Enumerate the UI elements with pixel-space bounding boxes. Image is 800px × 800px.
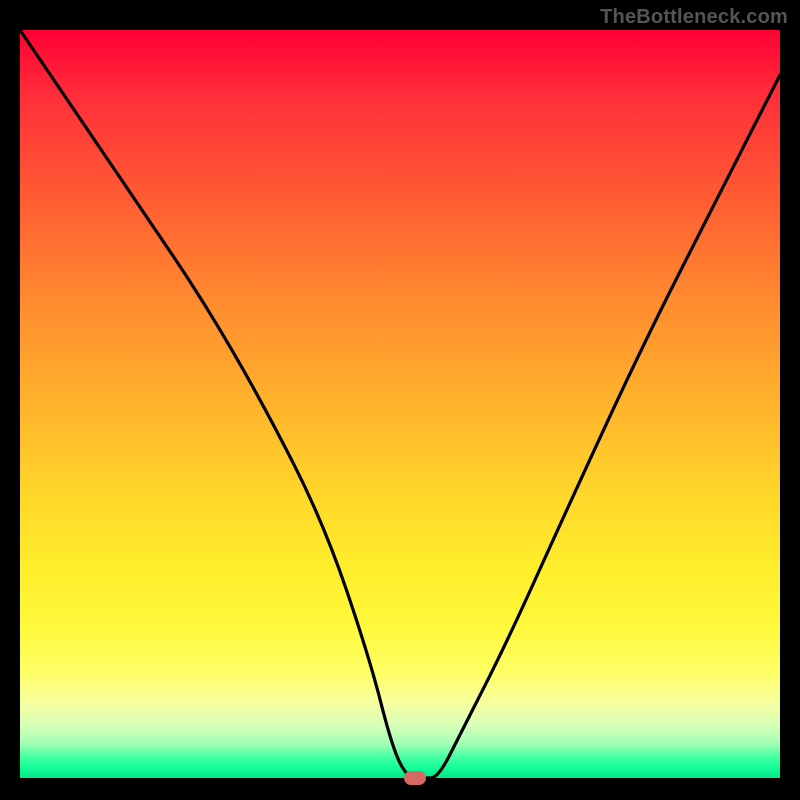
watermark-text: TheBottleneck.com (600, 6, 788, 29)
chart-frame: TheBottleneck.com (0, 0, 800, 800)
plot-area (20, 30, 780, 778)
bottleneck-curve (20, 30, 780, 778)
optimum-marker (404, 771, 426, 785)
